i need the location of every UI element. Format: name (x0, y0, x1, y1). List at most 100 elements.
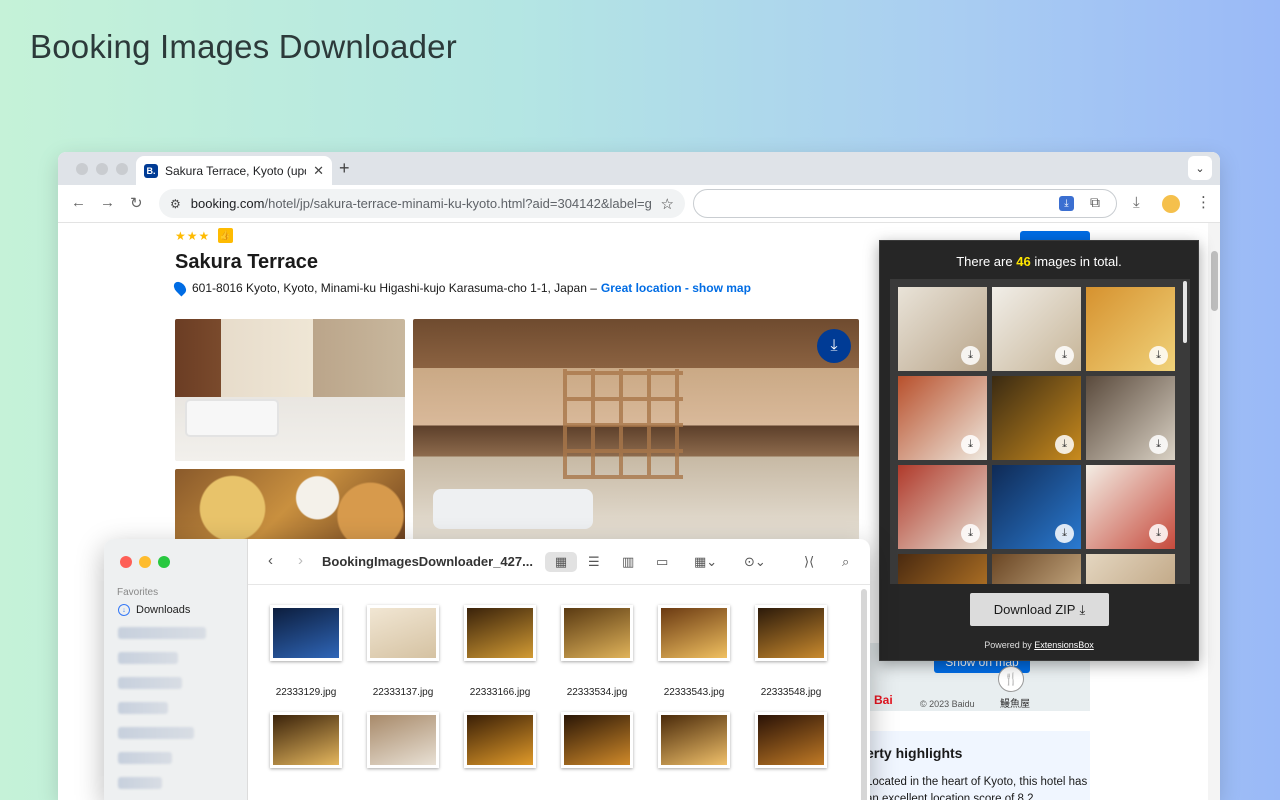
finder-forward-icon[interactable]: › (298, 552, 303, 569)
address-bar[interactable]: ⚙ booking.com/hotel/jp/sakura-terrace-mi… (159, 189, 685, 218)
list-view-icon[interactable]: ☰ (588, 552, 600, 572)
thumbnail-download-icon[interactable]: ⤓ (1149, 346, 1168, 365)
reload-icon[interactable]: ↻ (130, 194, 143, 212)
thumbnail-download-icon[interactable]: ⤓ (1055, 346, 1074, 365)
minimize-window-button[interactable] (96, 163, 108, 175)
thumbnail-download-icon[interactable]: ⤓ (961, 435, 980, 454)
actions-icon[interactable]: ⊙⌄ (744, 552, 766, 572)
thumbnail-download-icon[interactable]: ⤓ (961, 346, 980, 365)
finder-zoom-button[interactable] (158, 556, 170, 568)
finder-close-button[interactable] (120, 556, 132, 568)
tab-title: Sakura Terrace, Kyoto (updated prices) (165, 163, 306, 178)
file-item[interactable] (367, 712, 439, 768)
popup-thumbnail[interactable]: ⤓ (898, 554, 987, 584)
finder-search-icon[interactable]: ⌕ (842, 552, 849, 572)
forward-icon[interactable]: → (100, 194, 115, 211)
file-item[interactable] (561, 712, 633, 768)
file-thumbnail (561, 605, 633, 661)
highlights-title: erty highlights (866, 745, 963, 761)
tab-search-chevron-icon[interactable]: ⌄ (1188, 156, 1212, 180)
show-map-link[interactable]: Great location - show map (601, 281, 751, 295)
sidebar-item-blurred[interactable] (118, 727, 194, 739)
finder-minimize-button[interactable] (139, 556, 151, 568)
file-item[interactable]: 22333534.jpg (561, 605, 633, 698)
thumbnail-download-icon[interactable]: ⤓ (1055, 524, 1074, 543)
tab-strip: B. Sakura Terrace, Kyoto (updated prices… (58, 152, 1220, 185)
bookmark-star-icon[interactable]: ☆ (661, 195, 674, 213)
sidebar-item-blurred[interactable] (118, 752, 172, 764)
popup-thumbnail[interactable]: ⤓ (1086, 554, 1175, 584)
file-thumbnail (658, 605, 730, 661)
sidebar-item-blurred[interactable] (118, 777, 162, 789)
profile-avatar[interactable] (1162, 195, 1180, 213)
image-count: 46 (1016, 254, 1031, 269)
file-thumbnail (755, 712, 827, 768)
popup-thumbnail[interactable]: ⤓ (898, 376, 987, 460)
hotel-photo-room[interactable] (175, 319, 405, 461)
thumbnail-grid-panel: ⤓⤓⤓⤓⤓⤓⤓⤓⤓⤓⤓⤓ (890, 279, 1190, 584)
booking-downloader-extension-icon[interactable]: ⤓ (1059, 196, 1074, 211)
sidebar-item-blurred[interactable] (118, 677, 182, 689)
popup-thumbnail[interactable]: ⤓ (898, 465, 987, 549)
zoom-window-button[interactable] (116, 163, 128, 175)
file-thumbnail (270, 605, 342, 661)
popup-scrollbar[interactable] (1183, 281, 1187, 343)
file-item[interactable]: 22333137.jpg (367, 605, 439, 698)
popup-thumbnail[interactable]: ⤓ (992, 376, 1081, 460)
popup-thumbnail[interactable]: ⤓ (992, 287, 1081, 371)
column-view-icon[interactable]: ▥ (622, 552, 634, 572)
sidebar-item-downloads[interactable]: ↓ Downloads (118, 604, 190, 616)
address-text: 601-8016 Kyoto, Kyoto, Minami-ku Higashi… (192, 281, 597, 295)
file-thumbnail (464, 605, 536, 661)
thumbnail-download-icon[interactable]: ⤓ (1149, 524, 1168, 543)
file-item[interactable]: 22333129.jpg (270, 605, 342, 698)
extensions-puzzle-icon[interactable]: ⧉ (1090, 194, 1100, 211)
back-icon[interactable]: ← (71, 194, 86, 211)
file-item[interactable] (755, 712, 827, 768)
gallery-view-icon[interactable]: ▭ (656, 552, 668, 572)
tab-booking[interactable]: B. Sakura Terrace, Kyoto (updated prices… (136, 156, 332, 185)
hotel-photo-lobby[interactable]: ⤓ (413, 319, 859, 541)
file-item[interactable] (270, 712, 342, 768)
finder-scrollbar[interactable] (861, 589, 867, 800)
site-settings-icon[interactable]: ⚙ (170, 197, 181, 211)
popup-thumbnail[interactable]: ⤓ (898, 287, 987, 371)
file-item[interactable] (658, 712, 730, 768)
file-thumbnail (367, 605, 439, 661)
page-scrollbar[interactable] (1208, 223, 1220, 800)
popup-thumbnail[interactable]: ⤓ (1086, 465, 1175, 549)
close-window-button[interactable] (76, 163, 88, 175)
file-item[interactable]: 22333548.jpg (755, 605, 827, 698)
thumbs-up-icon: 👍 (218, 228, 233, 243)
popup-thumbnail[interactable]: ⤓ (1086, 287, 1175, 371)
sidebar-item-blurred[interactable] (118, 652, 178, 664)
page-scroll-thumb[interactable] (1211, 251, 1218, 311)
download-zip-label: Download ZIP (993, 602, 1076, 617)
file-item[interactable]: 22333166.jpg (464, 605, 536, 698)
photo-download-icon[interactable]: ⤓ (817, 329, 851, 363)
thumbnail-download-icon[interactable]: ⤓ (961, 524, 980, 543)
share-icon[interactable]: ⟩⟨ (804, 552, 814, 572)
download-zip-button[interactable]: Download ZIP ⤓ (970, 593, 1109, 626)
popup-thumbnail[interactable]: ⤓ (992, 554, 1081, 584)
group-by-icon[interactable]: ▦⌄ (694, 552, 717, 572)
icon-view-icon[interactable]: ▦ (545, 552, 577, 572)
hotel-photo-food[interactable] (175, 469, 405, 541)
file-thumbnail (561, 712, 633, 768)
popup-thumbnail[interactable]: ⤓ (1086, 376, 1175, 460)
downloads-icon[interactable]: ⤓ (1133, 194, 1140, 211)
finder-back-icon[interactable]: ‹ (268, 552, 273, 569)
sidebar-item-blurred[interactable] (118, 702, 168, 714)
file-thumbnail (270, 712, 342, 768)
thumbnail-download-icon[interactable]: ⤓ (1149, 435, 1168, 454)
finder-folder-title: BookingImagesDownloader_427... (322, 554, 533, 569)
new-tab-icon[interactable]: + (339, 158, 350, 179)
extensionsbox-link[interactable]: ExtensionsBox (1034, 640, 1094, 650)
sidebar-item-blurred[interactable] (118, 627, 206, 639)
thumbnail-download-icon[interactable]: ⤓ (1055, 435, 1074, 454)
popup-thumbnail[interactable]: ⤓ (992, 465, 1081, 549)
browser-menu-icon[interactable]: ⋮ (1196, 193, 1211, 211)
file-item[interactable] (464, 712, 536, 768)
file-item[interactable]: 22333543.jpg (658, 605, 730, 698)
tab-close-icon[interactable]: ✕ (313, 163, 324, 179)
